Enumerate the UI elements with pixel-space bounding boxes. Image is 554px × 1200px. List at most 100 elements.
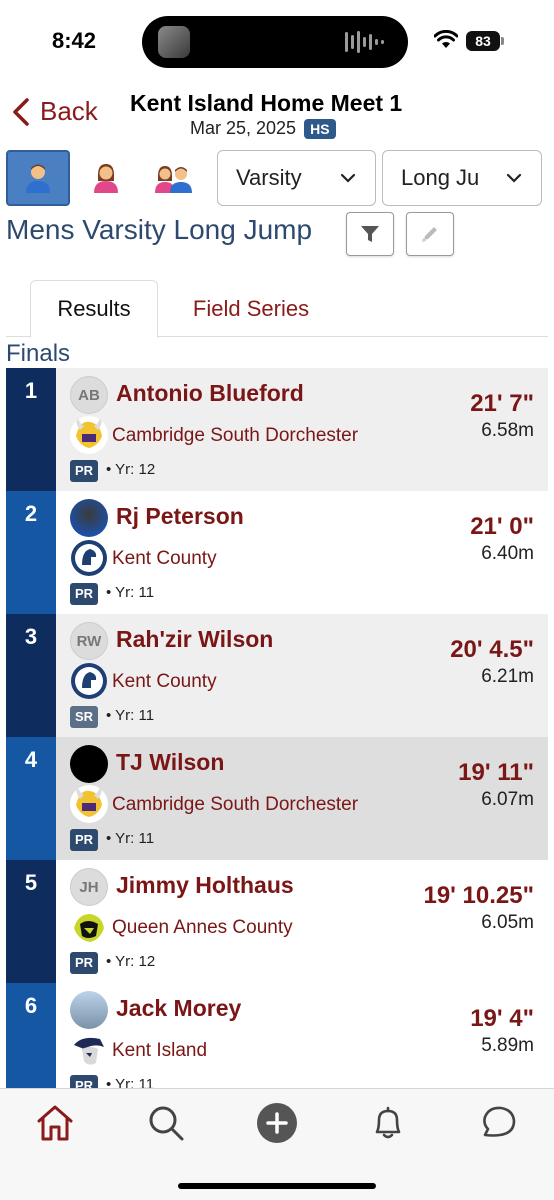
home-indicator — [178, 1183, 376, 1189]
result-metric: 6.58m — [481, 420, 534, 441]
place-number: 3 — [6, 614, 56, 737]
result-row[interactable]: 1 AB Antonio Blueford Cambridge South Do… — [6, 368, 548, 491]
lion-logo-icon — [70, 908, 108, 946]
filter-row: Varsity Long Ju — [6, 150, 550, 206]
place-number: 6 — [6, 983, 56, 1088]
level-badge: HS — [304, 118, 336, 139]
result-metric: 6.07m — [481, 789, 534, 810]
kent-county-logo-icon — [71, 540, 107, 576]
result-row-body: AB Antonio Blueford Cambridge South Dorc… — [56, 368, 548, 491]
avatar — [70, 499, 108, 537]
result-row-body: TJ Wilson Cambridge South Dorchester PR … — [56, 737, 548, 860]
dynamic-island — [142, 16, 408, 68]
pr-badge: PR — [70, 829, 98, 851]
nav-notifications[interactable] — [366, 1101, 410, 1145]
result-mark: 20' 4.5" — [450, 636, 534, 663]
result-row[interactable]: 5 JH Jimmy Holthaus Queen Annes County P… — [6, 860, 548, 983]
wifi-icon — [434, 30, 458, 48]
team-name[interactable]: Cambridge South Dorchester — [112, 425, 358, 447]
result-row-body: Rj Peterson Kent County PR • Yr: 11 21' … — [56, 491, 548, 614]
back-label: Back — [40, 96, 98, 126]
athlete-name[interactable]: Jimmy Holthaus — [116, 872, 294, 899]
athlete-name[interactable]: TJ Wilson — [116, 749, 224, 776]
filter-button[interactable] — [346, 212, 394, 256]
level-dropdown[interactable]: Varsity — [217, 150, 376, 206]
pencil-icon — [422, 227, 437, 242]
athlete-year-value: Yr: 12 — [115, 461, 156, 478]
result-metric: 6.05m — [481, 912, 534, 933]
athlete-name[interactable]: Rah'zir Wilson — [116, 626, 273, 653]
bottom-nav — [0, 1088, 554, 1200]
athlete-name[interactable]: Jack Morey — [116, 995, 241, 1022]
mixed-people-icon — [155, 166, 192, 193]
athlete-year: • Yr: 11 — [106, 584, 155, 601]
athlete-year-value: Yr: 11 — [115, 830, 155, 847]
level-dropdown-value: Varsity — [236, 165, 302, 190]
nav-home[interactable] — [33, 1101, 77, 1145]
female-filter-button[interactable] — [74, 150, 138, 206]
male-person-icon — [26, 164, 50, 193]
chat-icon — [483, 1106, 516, 1137]
athlete-name[interactable]: Antonio Blueford — [116, 380, 304, 407]
funnel-icon — [361, 226, 379, 242]
chevron-down-icon — [506, 173, 522, 183]
status-time: 8:42 — [52, 28, 97, 53]
athlete-year: • Yr: 12 — [106, 953, 156, 970]
athlete-year-value: Yr: 11 — [115, 707, 155, 724]
athlete-year-value: Yr: 11 — [115, 1076, 155, 1088]
pr-badge: PR — [70, 952, 98, 974]
result-row-body: JH Jimmy Holthaus Queen Annes County PR … — [56, 860, 548, 983]
result-row-body: RW Rah'zir Wilson Kent County SR • Yr: 1… — [56, 614, 548, 737]
result-mark: 19' 10.25" — [423, 882, 534, 909]
athlete-year: • Yr: 12 — [106, 461, 156, 478]
result-row-body: Jack Morey Kent Island PR • Yr: 11 19' 4… — [56, 983, 548, 1088]
avatar — [70, 991, 108, 1029]
place-number: 2 — [6, 491, 56, 614]
bell-icon — [375, 1106, 401, 1139]
event-dropdown[interactable]: Long Ju — [382, 150, 542, 206]
results-list: 1 AB Antonio Blueford Cambridge South Do… — [6, 368, 548, 1088]
athlete-year: • Yr: 11 — [106, 1076, 154, 1088]
buccaneer-logo-icon — [70, 1031, 108, 1069]
result-mark: 21' 7" — [470, 390, 534, 417]
sr-badge: SR — [70, 706, 98, 728]
result-row[interactable]: 4 TJ Wilson Cambridge South Dorchester P… — [6, 737, 548, 860]
tab-field-series[interactable]: Field Series — [176, 280, 326, 337]
place-number: 4 — [6, 737, 56, 860]
result-metric: 5.89m — [481, 1035, 534, 1056]
pr-badge: PR — [70, 460, 98, 482]
status-bar: 8:42 83 — [0, 0, 554, 84]
team-name[interactable]: Cambridge South Dorchester — [112, 794, 358, 816]
nav-messages[interactable] — [477, 1101, 521, 1145]
event-title: Mens Varsity Long Jump — [6, 214, 313, 245]
result-row[interactable]: 3 RW Rah'zir Wilson Kent County SR • Yr:… — [6, 614, 548, 737]
athlete-year-value: Yr: 12 — [115, 953, 156, 970]
team-name[interactable]: Kent County — [112, 671, 217, 693]
chevron-down-icon — [340, 173, 356, 183]
avatar — [70, 745, 108, 783]
meet-title: Kent Island Home Meet 1 — [130, 90, 403, 116]
now-playing-thumbnail — [158, 26, 190, 58]
male-filter-button[interactable] — [6, 150, 70, 206]
section-label: Finals — [6, 340, 71, 367]
edit-button[interactable] — [406, 212, 454, 256]
place-number: 5 — [6, 860, 56, 983]
result-metric: 6.21m — [481, 666, 534, 687]
add-icon — [257, 1103, 297, 1143]
nav-search[interactable] — [144, 1101, 188, 1145]
result-row[interactable]: 2 Rj Peterson Kent County PR • Yr: 11 21… — [6, 491, 548, 614]
team-name[interactable]: Queen Annes County — [112, 917, 293, 939]
team-name[interactable]: Kent Island — [112, 1040, 207, 1062]
mixed-filter-button[interactable] — [142, 150, 206, 206]
result-mark: 21' 0" — [470, 513, 534, 540]
audio-wave-icon — [345, 30, 384, 54]
female-person-icon — [94, 164, 118, 193]
athlete-name[interactable]: Rj Peterson — [116, 503, 244, 530]
tab-results[interactable]: Results — [30, 280, 158, 338]
back-button[interactable]: Back — [10, 96, 98, 127]
team-name[interactable]: Kent County — [112, 548, 217, 570]
result-row[interactable]: 6 Jack Morey Kent Island PR • Yr: 11 19'… — [6, 983, 548, 1088]
nav-add[interactable] — [255, 1101, 299, 1145]
vikings-logo-icon — [70, 416, 108, 454]
vikings-logo-icon — [70, 785, 108, 823]
